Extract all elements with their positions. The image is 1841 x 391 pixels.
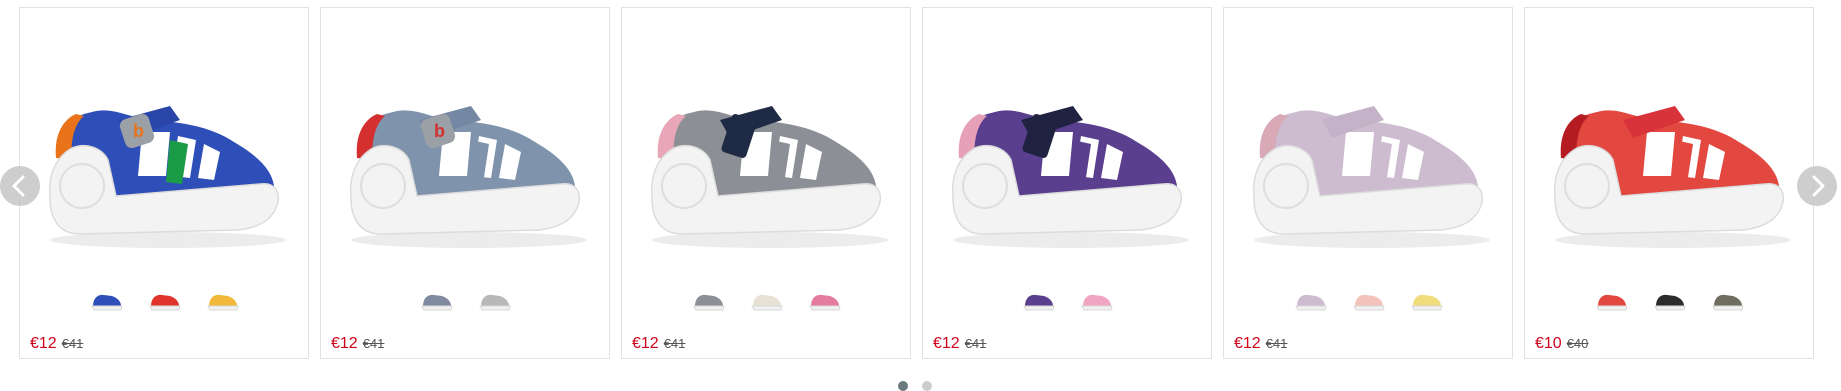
variant-upper bbox=[1714, 294, 1742, 306]
color-variant-thumbnail[interactable] bbox=[420, 288, 454, 314]
variant-sole bbox=[1295, 305, 1327, 311]
product-card[interactable]: €12 €41 bbox=[621, 7, 911, 359]
product-card[interactable]: €12 €41 bbox=[922, 7, 1212, 359]
color-swatches bbox=[923, 288, 1213, 318]
variant-upper bbox=[1656, 294, 1684, 306]
carousel-next-button[interactable] bbox=[1797, 166, 1837, 206]
variant-sole bbox=[1353, 305, 1385, 311]
color-variant-thumbnail[interactable] bbox=[808, 288, 842, 314]
original-price: €41 bbox=[1265, 336, 1288, 351]
price-block: €12 €41 bbox=[30, 335, 83, 353]
product-image[interactable] bbox=[1525, 8, 1815, 278]
variant-sole bbox=[1596, 305, 1628, 311]
price-block: €12 €41 bbox=[933, 335, 986, 353]
current-price: €12 bbox=[1234, 335, 1261, 352]
chevron-right-icon bbox=[1812, 175, 1825, 197]
original-price: €41 bbox=[964, 336, 987, 351]
variant-upper bbox=[811, 294, 839, 306]
original-price: €40 bbox=[1566, 336, 1589, 351]
shoe-opening bbox=[1643, 132, 1675, 176]
product-card[interactable]: €10 €40 bbox=[1524, 7, 1814, 359]
current-price: €12 bbox=[331, 335, 358, 352]
current-price: €12 bbox=[30, 335, 57, 352]
color-variant-thumbnail[interactable] bbox=[1080, 288, 1114, 314]
color-swatches bbox=[622, 288, 912, 318]
product-carousel: b €12 €41 b €12 €41 €12 €41 €12 €41 €12 … bbox=[0, 0, 1841, 391]
pagination-dot[interactable] bbox=[922, 381, 932, 391]
original-price: €41 bbox=[61, 336, 84, 351]
variant-sole bbox=[207, 305, 239, 311]
product-card[interactable]: b €12 €41 bbox=[320, 7, 610, 359]
color-swatches bbox=[321, 288, 611, 318]
color-variant-thumbnail[interactable] bbox=[750, 288, 784, 314]
color-variant-thumbnail[interactable] bbox=[1653, 288, 1687, 314]
color-variant-thumbnail[interactable] bbox=[1294, 288, 1328, 314]
variant-upper bbox=[1355, 294, 1383, 306]
color-variant-thumbnail[interactable] bbox=[148, 288, 182, 314]
product-image[interactable] bbox=[923, 8, 1213, 278]
color-variant-thumbnail[interactable] bbox=[206, 288, 240, 314]
original-price: €41 bbox=[362, 336, 385, 351]
variant-upper bbox=[1297, 294, 1325, 306]
color-variant-thumbnail[interactable] bbox=[1711, 288, 1745, 314]
variant-upper bbox=[481, 294, 509, 306]
color-variant-thumbnail[interactable] bbox=[1410, 288, 1444, 314]
color-variant-thumbnail[interactable] bbox=[1595, 288, 1629, 314]
variant-upper bbox=[151, 294, 179, 306]
variant-upper bbox=[1598, 294, 1626, 306]
shoe-opening bbox=[1342, 132, 1374, 176]
variant-sole bbox=[479, 305, 511, 311]
current-price: €12 bbox=[632, 335, 659, 352]
product-card[interactable]: b €12 €41 bbox=[19, 7, 309, 359]
logo-mark: b bbox=[434, 121, 445, 141]
color-variant-thumbnail[interactable] bbox=[1022, 288, 1056, 314]
variant-sole bbox=[149, 305, 181, 311]
color-variant-thumbnail[interactable] bbox=[478, 288, 512, 314]
variant-sole bbox=[1712, 305, 1744, 311]
product-card[interactable]: €12 €41 bbox=[1223, 7, 1513, 359]
variant-sole bbox=[751, 305, 783, 311]
color-swatches bbox=[20, 288, 310, 318]
color-variant-thumbnail[interactable] bbox=[1352, 288, 1386, 314]
product-image[interactable]: b bbox=[20, 8, 310, 278]
color-swatches bbox=[1525, 288, 1815, 318]
original-price: €41 bbox=[663, 336, 686, 351]
variant-upper bbox=[753, 294, 781, 306]
variant-upper bbox=[1025, 294, 1053, 306]
product-image[interactable] bbox=[622, 8, 912, 278]
variant-sole bbox=[1081, 305, 1113, 311]
variant-sole bbox=[91, 305, 123, 311]
variant-sole bbox=[693, 305, 725, 311]
variant-upper bbox=[1083, 294, 1111, 306]
price-block: €12 €41 bbox=[331, 335, 384, 353]
variant-upper bbox=[209, 294, 237, 306]
price-block: €10 €40 bbox=[1535, 335, 1588, 353]
variant-sole bbox=[1411, 305, 1443, 311]
current-price: €12 bbox=[933, 335, 960, 352]
price-block: €12 €41 bbox=[632, 335, 685, 353]
current-price: €10 bbox=[1535, 335, 1562, 352]
variant-upper bbox=[695, 294, 723, 306]
logo-mark: b bbox=[133, 121, 144, 141]
variant-sole bbox=[1654, 305, 1686, 311]
variant-sole bbox=[1023, 305, 1055, 311]
color-swatches bbox=[1224, 288, 1514, 318]
carousel-pagination bbox=[898, 381, 932, 391]
variant-sole bbox=[809, 305, 841, 311]
variant-upper bbox=[423, 294, 451, 306]
carousel-prev-button[interactable] bbox=[0, 166, 40, 206]
variant-upper bbox=[1413, 294, 1441, 306]
variant-upper bbox=[93, 294, 121, 306]
color-variant-thumbnail[interactable] bbox=[90, 288, 124, 314]
variant-sole bbox=[421, 305, 453, 311]
color-variant-thumbnail[interactable] bbox=[692, 288, 726, 314]
product-image[interactable]: b bbox=[321, 8, 611, 278]
price-block: €12 €41 bbox=[1234, 335, 1287, 353]
chevron-left-icon bbox=[12, 175, 25, 197]
pagination-dot[interactable] bbox=[898, 381, 908, 391]
product-image[interactable] bbox=[1224, 8, 1514, 278]
